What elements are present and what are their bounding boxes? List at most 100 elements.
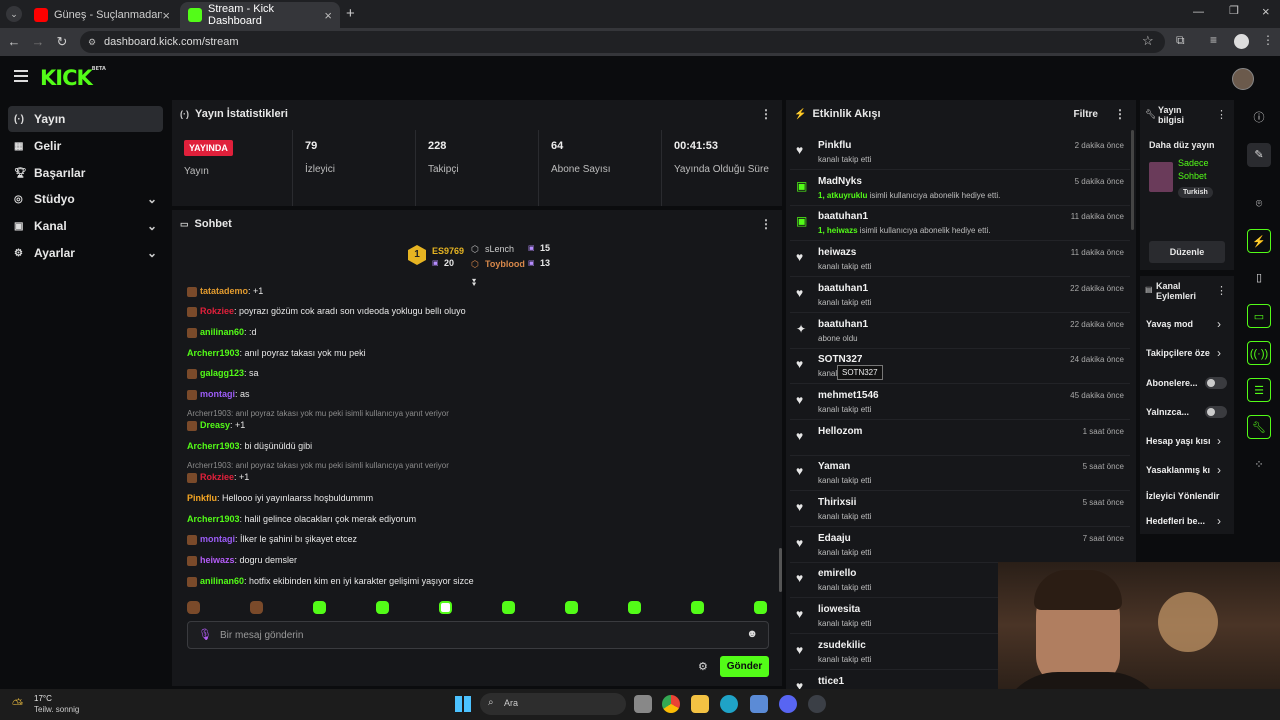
chevron-right-icon[interactable]: › [1217,434,1221,448]
emote-icon[interactable] [502,601,515,614]
apps-icon[interactable]: ⁘ [1247,453,1271,477]
bookmark-star-icon[interactable]: ☆ [1142,33,1154,49]
camera-icon[interactable]: ⌾ [1247,192,1271,216]
emote-icon[interactable] [376,601,389,614]
emote-icon[interactable] [565,601,578,614]
activity-username[interactable]: Pinkflu [818,140,851,151]
reply-context[interactable]: Archerr1903: anıl poyraz takası yok mu p… [187,461,449,470]
taskbar-search[interactable]: ⌕ Ara [480,693,626,715]
back-icon[interactable]: ← [4,34,24,49]
activity-item[interactable]: ▣ baatuhan1 1, heiwazs isimli kullanıcıya … [790,205,1130,242]
kick-logo[interactable]: KICKBETA [40,66,106,90]
activity-item[interactable]: ♥ Edaaju kanalı takip etti 7 saat önce [790,527,1130,563]
toggle-switch[interactable] [1205,377,1227,389]
activity-username[interactable]: baatuhan1 [818,319,868,330]
activity-username[interactable]: ttice1 [818,676,844,687]
category-thumbnail[interactable] [1149,162,1173,192]
chat-username[interactable]: Archerr1903 [187,514,240,524]
site-info-icon[interactable]: ⚙ [88,31,96,53]
task-view-icon[interactable] [634,695,652,713]
avatar[interactable] [1232,68,1254,90]
chat-username[interactable]: Rokziee [200,306,234,316]
new-tab-icon[interactable]: + [346,5,355,22]
activity-item[interactable]: ♥ Yaman kanalı takip etti 5 saat önce [790,455,1130,492]
profile-icon[interactable] [1234,34,1249,49]
lightning-icon[interactable]: ⚡ [1247,229,1271,253]
leaderboard-third-user[interactable]: Toyblood [485,259,525,269]
more-options-icon[interactable]: ⋮ [760,217,772,231]
category-link[interactable]: Sadece Sohbet [1178,157,1228,183]
url-field[interactable]: ⚙ dashboard.kick.com/stream [80,31,1165,53]
media-icon[interactable]: ≡ [1210,33,1217,47]
weather-icon[interactable]: ⛅︎ [12,696,23,713]
emote-icon[interactable] [439,601,452,614]
activity-username[interactable]: zsudekilic [818,640,866,651]
activity-item[interactable]: ♥ Hellozom 1 saat önce [790,420,1130,456]
send-button[interactable]: Gönder [720,656,769,677]
activity-username[interactable]: emirello [818,568,856,579]
activity-item[interactable]: ♥ Pinkflu kanalı takip etti 2 dakika önce [790,134,1130,170]
emote-icon[interactable] [313,601,326,614]
activity-username[interactable]: Hellozom [818,426,862,437]
nav-item-studyo[interactable]: ◎ Stüdyo ⌄ [8,186,163,212]
emote-icon[interactable] [628,601,641,614]
activity-username[interactable]: baatuhan1 [818,283,868,294]
store-icon[interactable] [750,695,768,713]
edit-icon[interactable]: ✎ [1247,143,1271,167]
activity-item[interactable]: ♥ baatuhan1 kanalı takip etti 22 dakika önc… [790,277,1130,313]
emote-icon[interactable] [187,601,200,614]
list-icon[interactable]: ☰ [1247,378,1271,402]
channel-action-item[interactable]: Hedefleri be... [1146,516,1228,526]
nav-item-kanal[interactable]: ▣ Kanal ⌄ [8,213,163,239]
channel-action-item[interactable]: Yasaklanmış kı [1146,465,1228,475]
close-tab-icon[interactable]: × [162,8,170,23]
chevron-right-icon[interactable]: › [1217,317,1221,331]
document-icon[interactable]: ▯ [1247,266,1271,290]
discord-icon[interactable] [779,695,797,713]
steam-icon[interactable] [808,695,826,713]
activity-item[interactable]: ♥ mehmet1546 kanalı takip etti 45 dakika ön… [790,384,1130,420]
close-tab-icon[interactable]: × [324,8,332,23]
chat-username[interactable]: Rokziee [200,472,234,482]
chevron-right-icon[interactable]: › [1217,346,1221,360]
activity-username[interactable]: heiwazs [818,247,856,258]
emote-icon[interactable] [754,601,767,614]
emote-icon[interactable] [250,601,263,614]
mic-icon[interactable]: 🎙︎ [198,628,212,641]
activity-scrollbar[interactable] [1131,130,1134,230]
channel-action-item[interactable]: İzleyici Yönlendir [1146,491,1228,501]
channel-action-item[interactable]: Hesap yaşı kısı [1146,436,1228,446]
leaderboard-second-user[interactable]: sLench [485,244,514,254]
channel-action-item[interactable]: Takipçilere öze [1146,348,1228,358]
chat-bubble-icon[interactable]: ▭ [1247,304,1271,328]
chat-username[interactable]: tatatademo [200,286,248,296]
chat-scrollbar[interactable] [779,548,782,592]
chevron-right-icon[interactable]: › [1217,463,1221,477]
extensions-icon[interactable]: ⧉ [1176,33,1185,48]
broadcast-icon[interactable]: ((·)) [1247,341,1271,365]
activity-recipient[interactable]: 1, atkuyruklu [818,191,867,200]
leaderboard-top-user[interactable]: ES9769 [432,246,464,256]
hamburger-menu-icon[interactable] [14,70,28,82]
reply-context[interactable]: Archerr1903: anıl poyraz takası yok mu p… [187,409,449,418]
tab-list-chevron-icon[interactable]: ⌄ [6,6,22,22]
restore-icon[interactable]: ❐ [1229,4,1239,17]
more-options-icon[interactable]: ⋮ [1114,107,1126,121]
chevron-right-icon[interactable]: › [1217,514,1221,528]
edge-icon[interactable] [720,695,738,713]
activity-username[interactable]: MadNyks [818,176,862,187]
emote-icon[interactable] [691,601,704,614]
chat-username[interactable]: montagi [200,534,235,544]
minimize-icon[interactable]: — [1193,6,1204,18]
nav-item-yayin[interactable]: (·) Yayın [8,106,163,132]
more-options-icon[interactable]: ⋮ [1216,108,1227,121]
browser-tab-youtube[interactable]: Güneş - Suçlanmadan Biri (Offici × [26,2,178,28]
forward-icon[interactable]: → [28,34,48,49]
chat-username[interactable]: heiwazs [200,555,235,565]
activity-username[interactable]: mehmet1546 [818,390,879,401]
activity-item[interactable]: ♥ heiwazs kanalı takip etti 11 dakika önce [790,241,1130,278]
scroll-down-icon[interactable]: ⏬︎ [472,278,477,289]
activity-item[interactable]: ▣ MadNyks 1, atkuyruklu isimli kullanıcıya… [790,170,1130,206]
chat-username[interactable]: montagi [200,389,235,399]
chat-input[interactable]: 🎙︎ Bir mesaj gönderin ☻ [187,621,769,649]
